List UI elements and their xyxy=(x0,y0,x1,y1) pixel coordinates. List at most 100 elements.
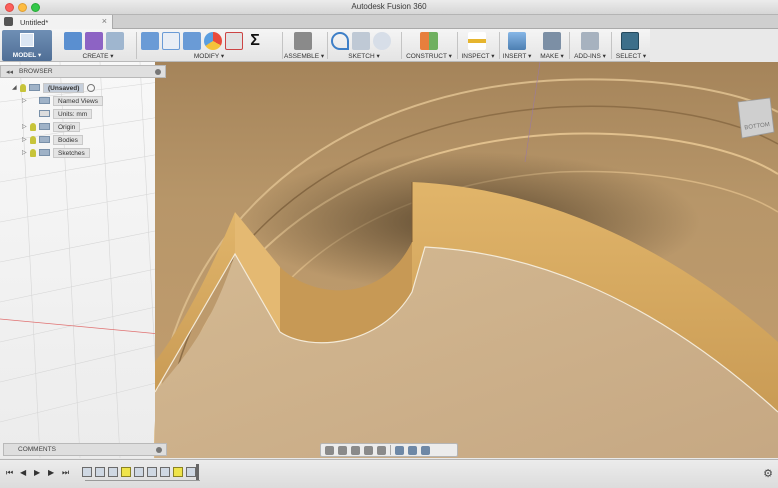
visual-style-icon[interactable] xyxy=(408,445,417,455)
create-menu[interactable]: CREATE ▾ xyxy=(62,52,134,60)
fillet-icon[interactable] xyxy=(162,32,180,50)
timeline-feature-highlighted[interactable] xyxy=(173,467,183,477)
fit-zoom-icon[interactable] xyxy=(377,445,386,455)
measure-icon[interactable] xyxy=(468,32,486,50)
grid-settings-icon[interactable] xyxy=(421,445,430,455)
browser-title: BROWSER xyxy=(19,68,53,75)
add-ins-menu[interactable]: ADD-INS ▾ xyxy=(571,52,609,60)
browser-collapse-icon[interactable]: ◂◂ xyxy=(6,68,13,76)
visibility-bulb-icon[interactable] xyxy=(30,122,36,131)
make-group[interactable]: MAKE ▾ xyxy=(537,29,567,62)
timeline-play-button[interactable]: ▶ xyxy=(34,468,40,477)
timeline-settings-gear-icon[interactable]: ⚙ xyxy=(763,467,773,480)
select-cursor-icon[interactable] xyxy=(621,32,639,50)
tab-bar: Untitled* × xyxy=(0,15,778,29)
parameters-sigma-icon[interactable]: Σ xyxy=(246,32,264,50)
timeline-feature-extrude[interactable] xyxy=(134,467,144,477)
viewcube[interactable]: BOTTOM xyxy=(737,97,775,139)
tab-close-icon[interactable]: × xyxy=(102,16,107,26)
expand-triangle-icon[interactable]: ▷ xyxy=(22,149,30,156)
tree-item-label[interactable]: Origin xyxy=(53,121,81,132)
create-group[interactable]: CREATE ▾ xyxy=(62,29,134,62)
sketch-group[interactable]: SKETCH ▾ xyxy=(329,29,399,62)
visibility-bulb-icon[interactable] xyxy=(30,135,36,144)
visibility-bulb-icon[interactable] xyxy=(20,83,26,92)
tree-item-label[interactable]: Units: mm xyxy=(53,108,93,119)
assemble-group[interactable]: ASSEMBLE ▾ xyxy=(284,29,324,62)
canvas-viewport[interactable]: BOTTOM xyxy=(0,62,778,458)
expand-triangle-icon[interactable]: ▷ xyxy=(22,136,30,143)
zoom-icon[interactable] xyxy=(364,445,373,455)
joint-icon[interactable] xyxy=(294,32,312,50)
tree-item-units[interactable]: Units: mm xyxy=(22,108,93,119)
physical-material-icon[interactable] xyxy=(225,32,243,50)
timeline-last-button[interactable]: ⏭ xyxy=(62,468,69,478)
comments-pin-icon[interactable] xyxy=(156,447,162,453)
expand-triangle-icon[interactable]: ◢ xyxy=(12,84,20,91)
display-settings-icon[interactable] xyxy=(395,445,404,455)
model-view: BOTTOM xyxy=(0,62,778,458)
inspect-menu[interactable]: INSPECT ▾ xyxy=(459,52,497,60)
timeline-feature-extrude[interactable] xyxy=(95,467,105,477)
timeline-feature-highlighted[interactable] xyxy=(121,467,131,477)
tree-item-origin[interactable]: ▷ Origin xyxy=(22,121,81,132)
construct-group[interactable]: CONSTRUCT ▾ xyxy=(403,29,455,62)
workspace-switcher[interactable]: MODEL ▾ xyxy=(2,30,52,61)
sketch-menu[interactable]: SKETCH ▾ xyxy=(329,52,399,60)
timeline-first-button[interactable]: ⏮ xyxy=(6,468,13,478)
box-icon[interactable] xyxy=(106,32,124,50)
scripts-icon[interactable] xyxy=(581,32,599,50)
sketch-icon[interactable] xyxy=(331,32,349,50)
look-at-icon[interactable] xyxy=(338,445,347,455)
timeline-feature-extrude[interactable] xyxy=(160,467,170,477)
select-menu[interactable]: SELECT ▾ xyxy=(613,52,649,60)
tree-item-label[interactable]: Named Views xyxy=(53,95,103,106)
visibility-bulb-icon[interactable] xyxy=(30,148,36,157)
form-icon[interactable] xyxy=(85,32,103,50)
tree-root[interactable]: ◢ (Unsaved) xyxy=(12,82,96,93)
shell-icon[interactable] xyxy=(183,32,201,50)
insert-menu[interactable]: INSERT ▾ xyxy=(501,52,533,60)
tree-item-bodies[interactable]: ▷ Bodies xyxy=(22,134,83,145)
make-menu[interactable]: MAKE ▾ xyxy=(537,52,567,60)
comments-panel[interactable]: COMMENTS xyxy=(3,443,167,456)
mirror-icon[interactable] xyxy=(352,32,370,50)
assemble-menu[interactable]: ASSEMBLE ▾ xyxy=(284,52,324,60)
construct-menu[interactable]: CONSTRUCT ▾ xyxy=(403,52,455,60)
comments-title: COMMENTS xyxy=(18,446,56,453)
timeline-feature-sketch[interactable] xyxy=(147,467,157,477)
tree-item-named-views[interactable]: ▷ Named Views xyxy=(22,95,103,106)
timeline-prev-button[interactable]: ◀ xyxy=(20,468,26,477)
activate-radio-icon[interactable] xyxy=(87,83,96,92)
timeline-next-button[interactable]: ▶ xyxy=(48,468,54,477)
insert-image-icon[interactable] xyxy=(508,32,526,50)
expand-triangle-icon[interactable]: ▷ xyxy=(22,123,30,130)
timeline-feature-sketch[interactable] xyxy=(108,467,118,477)
extrude-icon[interactable] xyxy=(64,32,82,50)
document-tab[interactable]: Untitled* × xyxy=(0,15,113,29)
insert-group[interactable]: INSERT ▾ xyxy=(501,29,533,62)
pan-hand-icon[interactable] xyxy=(351,445,360,455)
press-pull-icon[interactable] xyxy=(141,32,159,50)
tree-item-label[interactable]: Sketches xyxy=(53,147,90,158)
slot-icon[interactable] xyxy=(373,32,391,50)
tree-root-label[interactable]: (Unsaved) xyxy=(43,82,85,93)
navigation-bar xyxy=(320,443,458,457)
tree-item-sketches[interactable]: ▷ Sketches xyxy=(22,147,90,158)
inspect-group[interactable]: INSPECT ▾ xyxy=(459,29,497,62)
browser-pin-icon[interactable] xyxy=(155,69,161,75)
browser-header[interactable]: ◂◂ BROWSER xyxy=(0,65,166,78)
tree-item-label[interactable]: Bodies xyxy=(53,134,83,145)
expand-triangle-icon[interactable]: ▷ xyxy=(22,97,30,104)
orbit-icon[interactable] xyxy=(325,445,334,455)
timeline-marker-handle[interactable] xyxy=(196,464,199,480)
timeline-feature-extrude[interactable] xyxy=(186,467,196,477)
add-ins-group[interactable]: ADD-INS ▾ xyxy=(571,29,609,62)
timeline-feature-sketch[interactable] xyxy=(82,467,92,477)
appearance-icon[interactable] xyxy=(204,32,222,50)
plane-icon[interactable] xyxy=(420,32,438,50)
modify-group[interactable]: Σ MODIFY ▾ xyxy=(139,29,279,62)
3d-print-icon[interactable] xyxy=(543,32,561,50)
select-group[interactable]: SELECT ▾ xyxy=(613,29,649,62)
modify-menu[interactable]: MODIFY ▾ xyxy=(139,52,279,60)
